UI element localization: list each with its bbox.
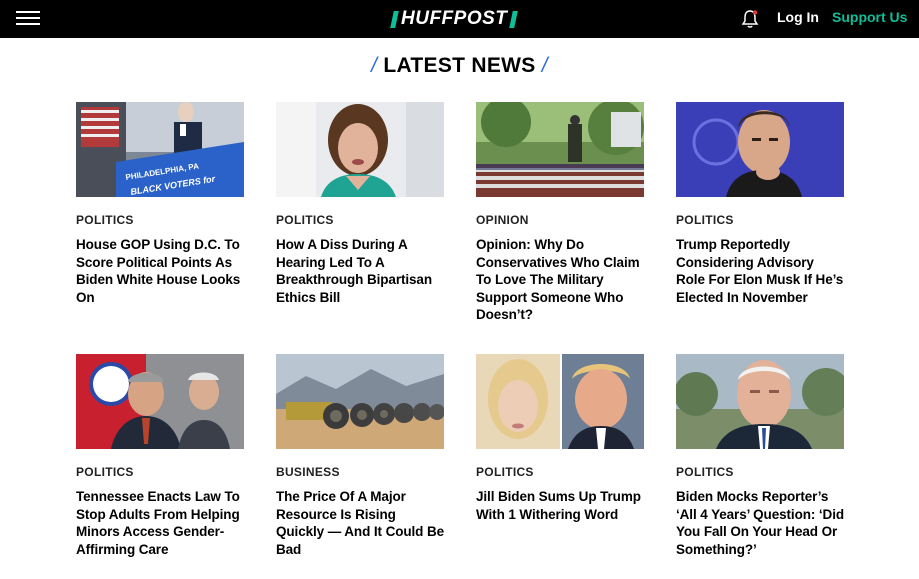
article-headline[interactable]: Biden Mocks Reporter’s ‘All 4 Years’ Que… (676, 488, 844, 558)
login-link[interactable]: Log In (777, 9, 819, 25)
article-image-biden-outdoors[interactable] (676, 354, 844, 449)
top-nav-bar: HUFFPOST Log In Support Us (0, 0, 919, 38)
article-image-soldier-flags[interactable] (476, 102, 644, 197)
support-us-link[interactable]: Support Us (832, 9, 907, 25)
article-image-jill-biden-trump[interactable] (476, 354, 644, 449)
article-headline[interactable]: Tennessee Enacts Law To Stop Adults From… (76, 488, 244, 558)
article-headline[interactable]: House GOP Using D.C. To Score Political … (76, 236, 244, 306)
article-image-woman-hearing[interactable] (276, 102, 444, 197)
article-card[interactable]: POLITICS Tennessee Enacts Law To Stop Ad… (76, 354, 244, 558)
article-kicker[interactable]: POLITICS (276, 213, 444, 227)
article-card[interactable]: POLITICS Jill Biden Sums Up Trump With 1… (476, 354, 644, 523)
title-slash-left: / (371, 54, 378, 77)
article-kicker[interactable]: POLITICS (76, 213, 244, 227)
article-headline[interactable]: Opinion: Why Do Conservatives Who Claim … (476, 236, 644, 324)
article-kicker[interactable]: BUSINESS (276, 465, 444, 479)
title-slash-right: / (541, 54, 548, 77)
section-title: / LATEST NEWS / (0, 54, 919, 78)
article-headline[interactable]: How A Diss During A Hearing Led To A Bre… (276, 236, 444, 306)
logo-text: HUFFPOST (401, 8, 508, 29)
article-image-tennessee-governor[interactable] (76, 354, 244, 449)
section-title-text: LATEST NEWS (383, 54, 536, 77)
article-card[interactable]: POLITICS Biden Mocks Reporter’s ‘All 4 Y… (676, 354, 844, 558)
article-image-biden-podium[interactable]: PHILADELPHIA, PA BLACK VOTERS for (76, 102, 244, 197)
article-headline[interactable]: Trump Reportedly Considering Advisory Ro… (676, 236, 844, 306)
notification-bell-icon[interactable] (741, 9, 759, 29)
article-card[interactable]: POLITICS Trump Reportedly Considering Ad… (676, 102, 844, 306)
article-kicker[interactable]: POLITICS (76, 465, 244, 479)
article-card[interactable]: BUSINESS The Price Of A Major Resource I… (276, 354, 444, 558)
article-image-elon-musk[interactable] (676, 102, 844, 197)
article-headline[interactable]: The Price Of A Major Resource Is Rising … (276, 488, 444, 558)
article-card[interactable]: OPINION Opinion: Why Do Conservatives Wh… (476, 102, 644, 324)
article-kicker[interactable]: POLITICS (676, 465, 844, 479)
article-card[interactable]: POLITICS How A Diss During A Hearing Led… (276, 102, 444, 306)
article-kicker[interactable]: POLITICS (676, 213, 844, 227)
huffpost-logo[interactable]: HUFFPOST (390, 7, 519, 31)
article-kicker[interactable]: OPINION (476, 213, 644, 227)
article-card[interactable]: PHILADELPHIA, PA BLACK VOTERS for POLITI… (76, 102, 244, 306)
article-image-desert-pipes[interactable] (276, 354, 444, 449)
article-headline[interactable]: Jill Biden Sums Up Trump With 1 Witherin… (476, 488, 644, 523)
article-kicker[interactable]: POLITICS (476, 465, 644, 479)
hamburger-menu-icon[interactable] (16, 10, 40, 28)
